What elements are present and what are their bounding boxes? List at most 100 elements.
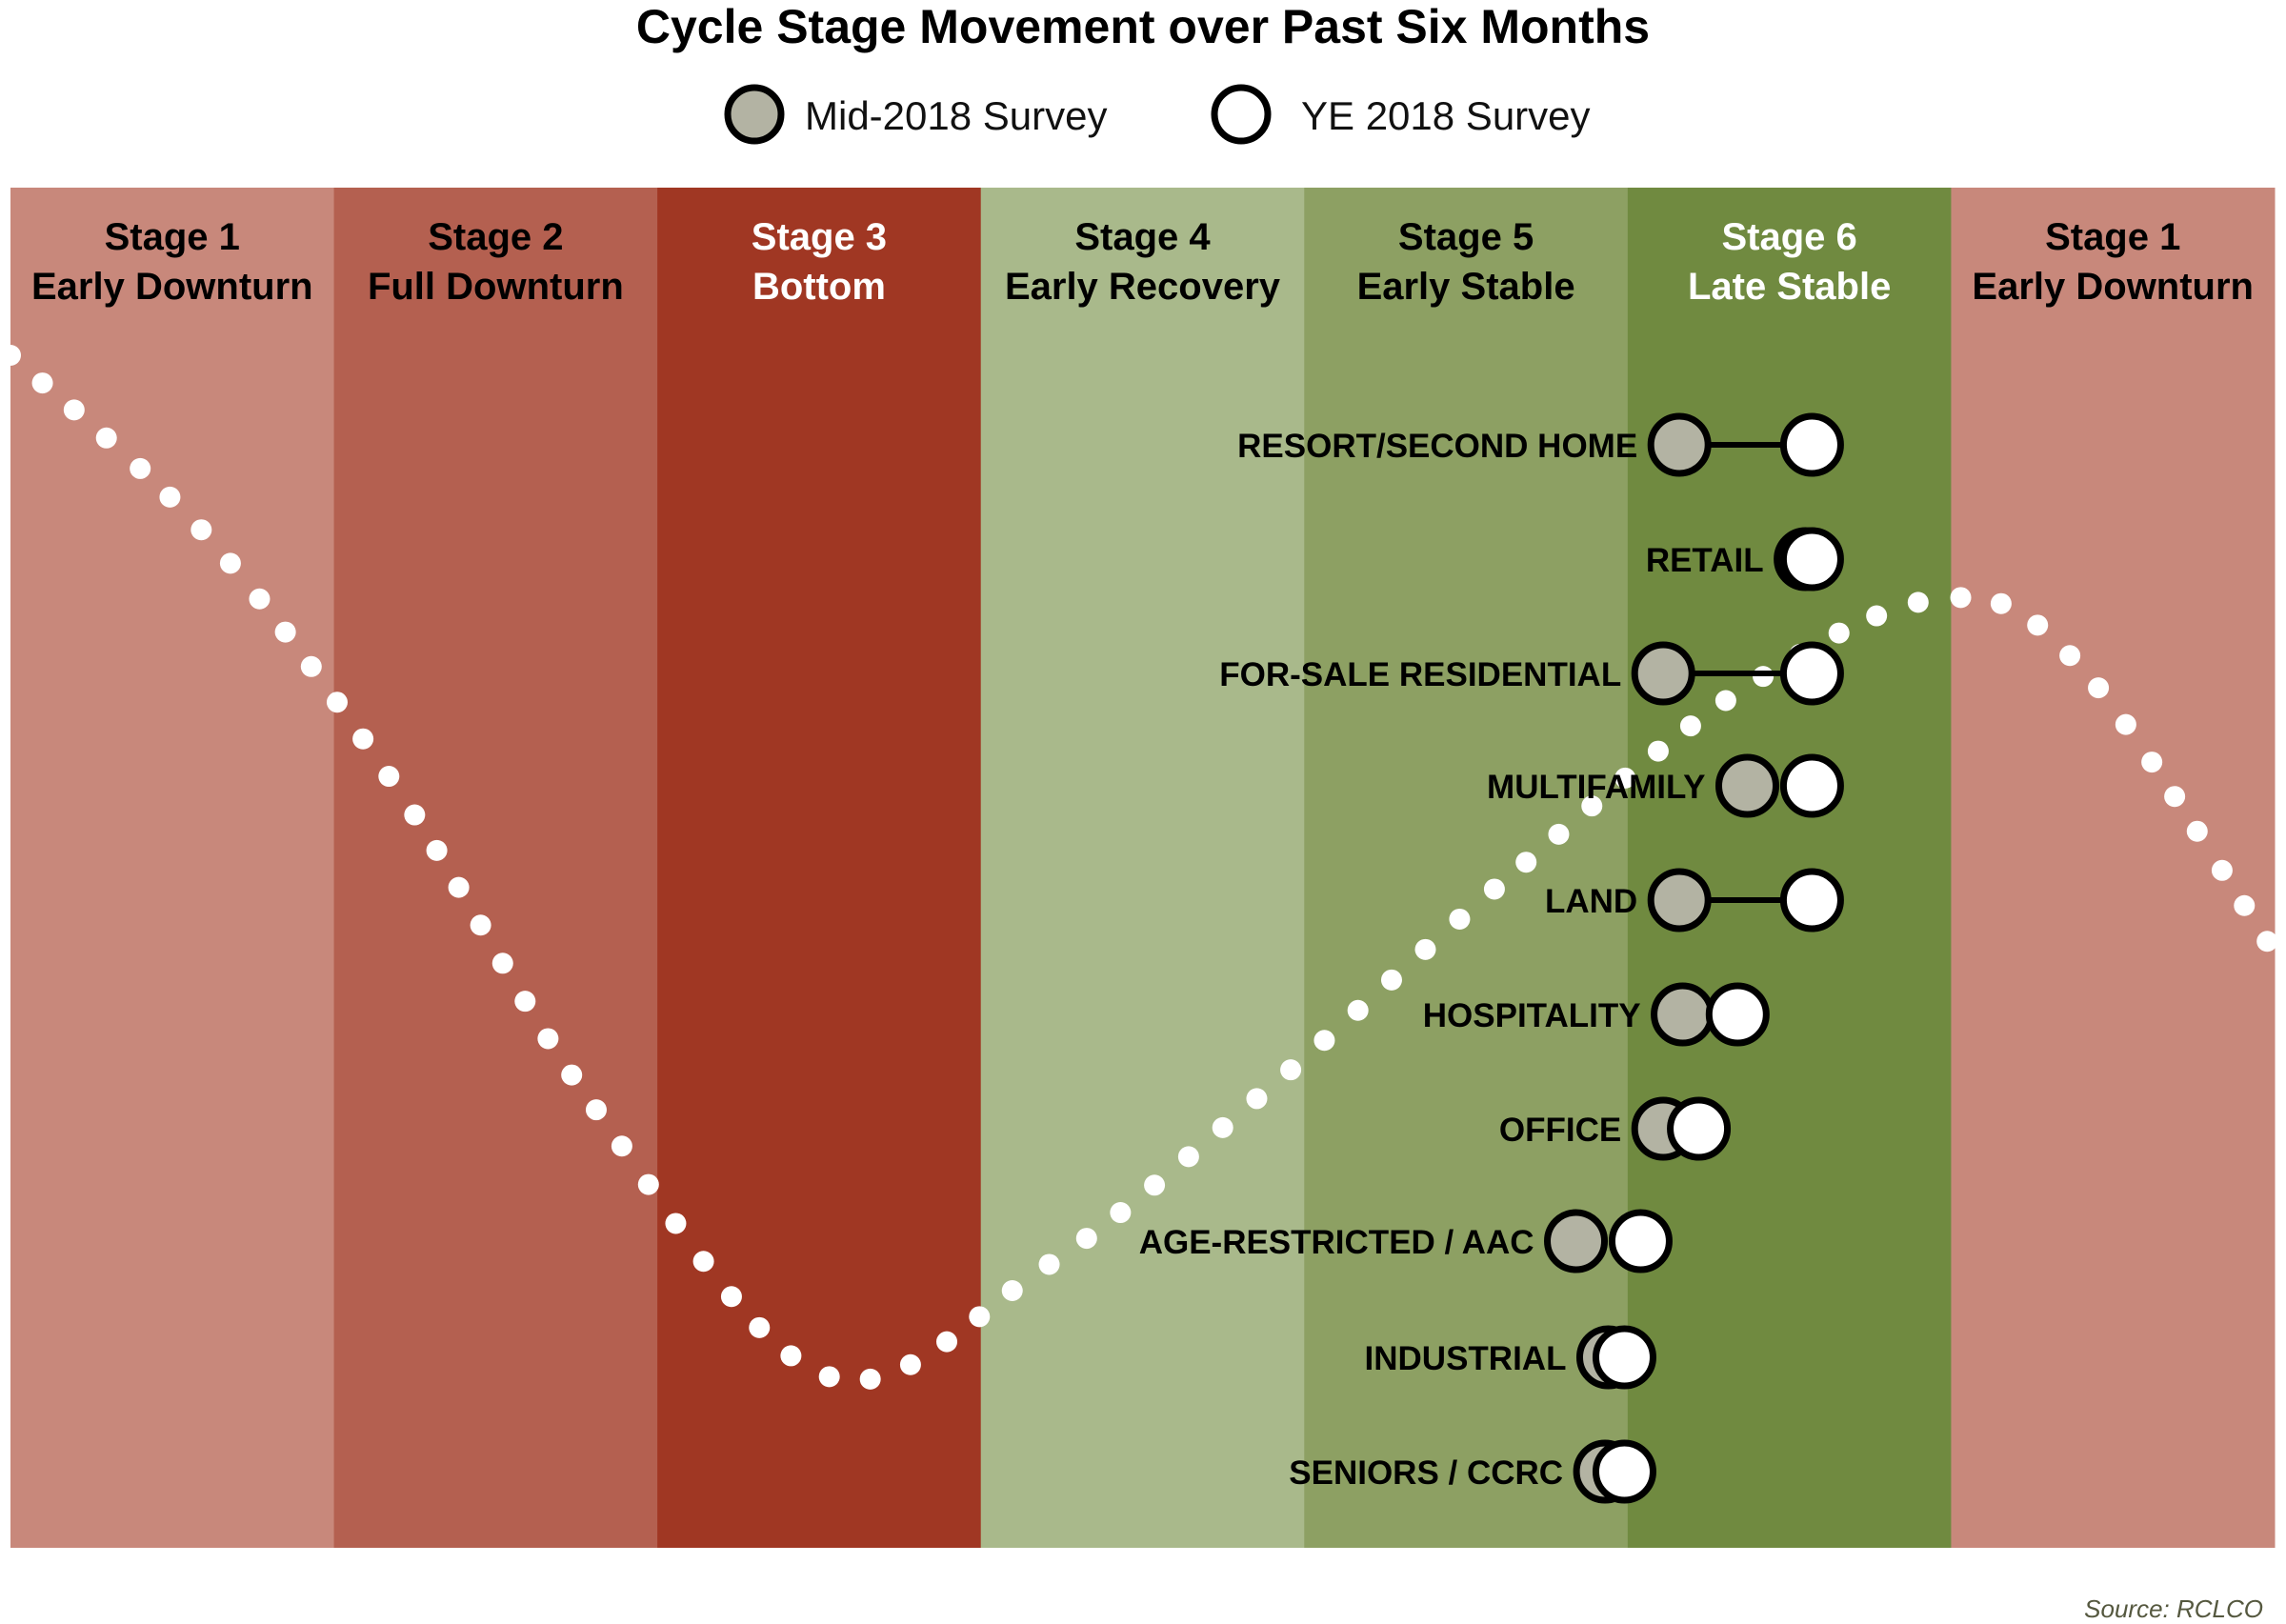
- curve-dot: [249, 588, 271, 610]
- marker-ye-2018: [1667, 1096, 1732, 1161]
- stage-name-label: Early Downturn: [31, 266, 313, 308]
- stage-band-rect: [657, 188, 982, 1548]
- category-label: AGE-RESTRICTED / AAC: [1139, 1224, 1534, 1261]
- curve-dot: [1313, 1030, 1335, 1052]
- category-label: RETAIL: [1646, 542, 1764, 579]
- curve-dot: [1907, 591, 1929, 613]
- curve-dot: [1449, 908, 1471, 930]
- curve-dot: [514, 991, 536, 1012]
- curve-dot: [1110, 1202, 1132, 1224]
- curve-dot: [491, 952, 513, 974]
- curve-dot: [637, 1173, 659, 1195]
- marker-ye-2018: [1705, 982, 1770, 1047]
- curve-dot: [611, 1135, 632, 1157]
- curve-dot: [326, 692, 348, 713]
- stage-name-label: Early Stable: [1357, 266, 1575, 308]
- curve-dot: [1515, 852, 1537, 873]
- curve-dot: [859, 1368, 881, 1390]
- category-label: HOSPITALITY: [1423, 997, 1641, 1034]
- curve-dot: [585, 1099, 607, 1121]
- category-label: MULTIFAMILY: [1487, 769, 1705, 806]
- stage-name-label: Early Recovery: [1005, 266, 1281, 308]
- stage-band-4: Stage 4 Early Recovery: [980, 188, 1305, 1548]
- category-label: SENIORS / CCRC: [1289, 1454, 1563, 1492]
- marker-mid-2018: [1544, 1209, 1609, 1273]
- curve-dot: [1347, 999, 1369, 1021]
- curve-dot: [749, 1316, 771, 1338]
- stage-name-label: Bottom: [752, 266, 886, 308]
- curve-dot: [2211, 859, 2233, 881]
- curve-dot: [426, 839, 448, 861]
- curve-dot: [1483, 878, 1505, 900]
- curve-dot: [352, 728, 374, 750]
- curve-dot: [537, 1028, 559, 1050]
- legend-marker-mid-2018: [724, 84, 785, 145]
- curve-dot: [2088, 677, 2110, 699]
- curve-dot: [1950, 587, 1972, 609]
- cycle-stage-chart: Cycle Stage Movement over Past Six Month…: [0, 0, 2278, 1623]
- curve-dot: [2115, 713, 2136, 735]
- curve-dot: [1280, 1059, 1302, 1081]
- marker-ye-2018: [1779, 641, 1844, 706]
- stage-name-label: Early Downturn: [1972, 266, 2254, 308]
- curve-dot: [720, 1286, 742, 1308]
- marker-ye-2018: [1779, 412, 1844, 477]
- stage-band-6: Stage 6 Late Stable: [1627, 188, 1952, 1548]
- curve-dot: [1001, 1280, 1023, 1302]
- curve-dot: [1212, 1116, 1233, 1138]
- stage-number-label: Stage 1: [105, 216, 240, 258]
- curve-dot: [692, 1251, 714, 1273]
- stage-band-rect: [1627, 188, 1952, 1548]
- stage-band-3: Stage 3 Bottom: [657, 188, 982, 1548]
- curve-dot: [1679, 715, 1701, 737]
- curve-dot: [2256, 931, 2278, 952]
- marker-ye-2018: [1779, 753, 1844, 818]
- stage-band-rect: [980, 188, 1305, 1548]
- curve-dot: [780, 1345, 802, 1367]
- curve-dot: [2164, 786, 2186, 808]
- stage-name-label: Full Downturn: [368, 266, 624, 308]
- curve-dot: [561, 1064, 583, 1086]
- legend-item-ye-2018: YE 2018 Survey: [1211, 84, 1591, 145]
- stage-number-label: Stage 6: [1721, 216, 1856, 258]
- legend-item-mid-2018: Mid-2018 Survey: [724, 84, 1107, 145]
- curve-dot: [1753, 666, 1775, 688]
- marker-ye-2018: [1779, 868, 1844, 932]
- stage-number-label: Stage 3: [752, 216, 887, 258]
- curve-dot: [2059, 645, 2081, 667]
- curve-dot: [1828, 622, 1850, 644]
- marker-mid-2018: [1651, 982, 1715, 1047]
- curve-dot: [969, 1306, 991, 1328]
- marker-ye-2018: [1779, 527, 1844, 591]
- curve-dot: [1990, 592, 2012, 614]
- marker-mid-2018: [1647, 868, 1712, 932]
- curve-dot: [2186, 820, 2208, 842]
- curve-dot: [1414, 938, 1436, 960]
- category-label: LAND: [1545, 883, 1637, 920]
- source-note: Source: RCLCO: [2084, 1594, 2263, 1623]
- curve-dot: [190, 519, 212, 541]
- stage-bands: Stage 1 Early Downturn Stage 2 Full Downtur…: [10, 188, 2276, 1548]
- curve-dot: [1647, 740, 1669, 762]
- curve-dot: [1177, 1146, 1199, 1168]
- legend-label-mid-2018: Mid-2018 Survey: [805, 93, 1107, 138]
- curve-dot: [665, 1213, 687, 1234]
- stage-number-label: Stage 1: [2045, 216, 2180, 258]
- curve-dot: [1866, 605, 1888, 627]
- marker-ye-2018: [1592, 1439, 1656, 1504]
- curve-dot: [404, 804, 426, 826]
- stage-number-label: Stage 2: [428, 216, 563, 258]
- curve-dot: [936, 1331, 958, 1353]
- category-label: OFFICE: [1499, 1112, 1621, 1149]
- marker-mid-2018: [1631, 641, 1695, 706]
- stage-band-2: Stage 2 Full Downturn: [333, 188, 658, 1548]
- curve-dot: [31, 372, 53, 394]
- curve-dot: [818, 1366, 840, 1388]
- curve-dot: [300, 655, 322, 677]
- curve-dot: [1075, 1228, 1097, 1250]
- curve-dot: [1714, 690, 1736, 712]
- marker-mid-2018: [1647, 412, 1712, 477]
- marker-ye-2018: [1592, 1325, 1656, 1390]
- curve-dot: [1246, 1088, 1268, 1110]
- stage-band-rect: [333, 188, 658, 1548]
